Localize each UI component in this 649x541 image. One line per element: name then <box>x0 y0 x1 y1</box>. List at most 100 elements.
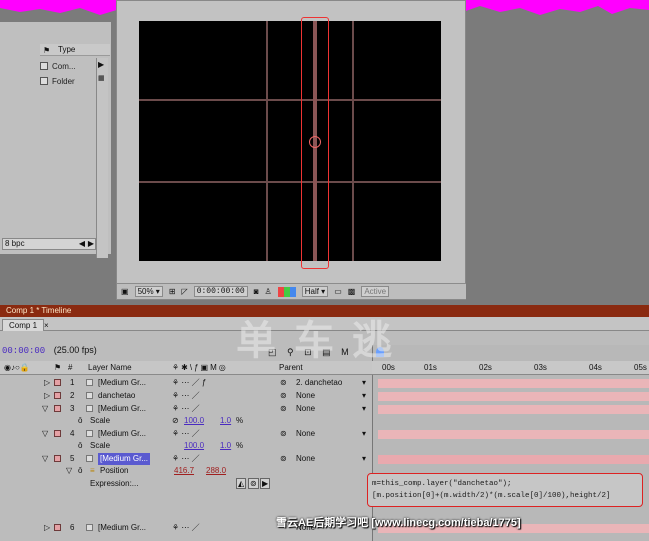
zoom-dropdown[interactable]: 50% ▾ <box>134 286 163 297</box>
layer-name-selected[interactable]: [Medium Gr... <box>98 453 151 465</box>
layer-row[interactable]: ▷ 2 danchetao ⚘ ⋯ ／ ⊚ None ▾ <box>0 390 372 403</box>
pickwhip-icon[interactable]: ⊚ <box>280 428 287 440</box>
layer-duration-bar[interactable] <box>378 405 649 414</box>
region-icon[interactable]: ▣ <box>121 287 129 296</box>
comp-canvas[interactable] <box>139 21 441 261</box>
parent-dropdown[interactable]: None <box>296 403 315 415</box>
parent-dropdown[interactable]: None <box>296 428 315 440</box>
show-snapshot-icon[interactable]: ♙ <box>265 287 272 296</box>
resolution-dropdown[interactable]: Half ▾ <box>301 286 329 297</box>
layer-switches[interactable]: ⚘ ⋯ ／ ƒ <box>172 377 206 389</box>
bit-depth-button[interactable]: 8 bpc ◀ ▶ <box>2 238 96 250</box>
pickwhip-icon[interactable]: ⊚ <box>280 453 287 465</box>
layer-switches[interactable]: ⚘ ⋯ ／ <box>172 453 200 465</box>
layer-switches[interactable]: ⚘ ⋯ ／ <box>172 403 200 415</box>
layer-switches[interactable]: ⚘ ⋯ ／ <box>172 522 200 534</box>
pickwhip-icon[interactable]: ⊚ <box>248 478 259 489</box>
scroll-right-arrow-icon[interactable]: ▶ <box>88 239 94 249</box>
pickwhip-icon[interactable]: ⊚ <box>280 377 287 389</box>
layer-row[interactable]: ▽ 5 [Medium Gr... ⚘ ⋯ ／ ⊚ None ▾ <box>0 453 372 466</box>
layer-duration-bar[interactable] <box>378 430 649 439</box>
expression-graph-icon[interactable]: ◭ <box>236 478 247 489</box>
layer-row[interactable]: ▽ 4 [Medium Gr... ⚘ ⋯ ／ ⊚ None ▾ <box>0 428 372 441</box>
expression-editor[interactable]: m=this_comp.layer("danchetao"); [m.posit… <box>367 473 643 507</box>
scale-y-value[interactable]: 1.0 <box>220 440 231 452</box>
scale-x-value[interactable]: 100.0 <box>184 440 204 452</box>
chevron-down-icon[interactable]: ▾ <box>362 377 366 389</box>
chevron-down-icon[interactable]: ▾ <box>362 428 366 440</box>
position-y-value[interactable]: 288.0 <box>206 465 226 477</box>
switches-header[interactable]: ⚘✱\ƒ▣M◎ <box>172 363 228 372</box>
bpc-label: 8 bpc <box>5 239 25 248</box>
layer-number: 5 <box>70 454 75 463</box>
solid-icon <box>86 430 93 437</box>
layer-name-header[interactable]: Layer Name <box>88 363 132 372</box>
scale-y-value[interactable]: 1.0 <box>220 415 231 427</box>
property-row-scale[interactable]: ō Scale ⊘ 100.0 1.0 % <box>0 415 372 428</box>
label-swatch <box>40 62 48 70</box>
av-icons[interactable]: ◉♪○🔒 <box>4 363 30 372</box>
layer-duration-bar[interactable] <box>378 455 649 464</box>
layer-name[interactable]: [Medium Gr... <box>98 522 146 534</box>
pickwhip-icon[interactable]: ⊚ <box>280 403 287 415</box>
mask-icon[interactable]: ◸ <box>182 287 188 296</box>
layer-name[interactable]: danchetao <box>98 390 135 402</box>
chevron-down-icon[interactable]: ▾ <box>362 403 366 415</box>
layer-name[interactable]: [Medium Gr... <box>98 428 146 440</box>
scroll-left-arrow-icon[interactable]: ◀ <box>79 239 85 249</box>
collapse-arrow-icon[interactable]: ▽ <box>66 465 72 477</box>
stopwatch-icon[interactable]: ō <box>78 415 82 427</box>
expression-enabled-icon[interactable]: ≡ <box>90 465 95 477</box>
expression-language-menu-icon[interactable]: ▶ <box>260 478 271 489</box>
collapse-arrow-icon[interactable]: ▽ <box>42 403 48 415</box>
scale-x-value[interactable]: 100.0 <box>184 415 204 427</box>
transparency-grid-icon[interactable]: ▩ <box>348 287 356 296</box>
layer-switches[interactable]: ⚘ ⋯ ／ <box>172 390 200 402</box>
timecode-field[interactable]: 0:00:00:00 <box>193 286 248 297</box>
layer-name[interactable]: [Medium Gr... <box>98 403 146 415</box>
label-column-icon[interactable]: ⚑ <box>54 363 61 372</box>
position-x-value[interactable]: 416.7 <box>174 465 194 477</box>
layer-duration-bar[interactable] <box>378 379 649 388</box>
project-row[interactable]: Folder <box>40 77 96 90</box>
active-camera-dropdown[interactable]: Active <box>361 286 390 297</box>
roi-icon[interactable]: ▭ <box>334 287 342 296</box>
grid-toggle-icon[interactable]: ⊞ <box>169 287 176 296</box>
type-column-header[interactable]: Type <box>58 45 75 54</box>
layer-row[interactable]: ▽ 3 [Medium Gr... ⚘ ⋯ ／ ⊚ None ▾ <box>0 403 372 416</box>
expand-arrow-icon[interactable]: ▷ <box>44 390 50 402</box>
stopwatch-icon[interactable]: ō <box>78 465 82 477</box>
layer-switches[interactable]: ⚘ ⋯ ／ <box>172 428 200 440</box>
layer-duration-bar[interactable] <box>378 392 649 401</box>
time-ruler[interactable]: 00s 01s 02s 03s 04s 05s <box>372 347 649 375</box>
expand-arrow-icon[interactable]: ▷ <box>44 377 50 389</box>
project-scrollbar[interactable]: ▶ ▦ <box>96 58 108 258</box>
ruler-tick: 02s <box>479 363 492 372</box>
pickwhip-icon[interactable]: ⊚ <box>280 390 287 402</box>
link-icon[interactable]: ⊘ <box>172 415 179 427</box>
time-display[interactable]: 00:00:00 (25.00 fps) <box>2 345 97 356</box>
chevron-down-icon[interactable]: ▾ <box>362 390 366 402</box>
expand-arrow-icon[interactable]: ▷ <box>44 522 50 534</box>
solid-icon <box>86 392 93 399</box>
parent-dropdown[interactable]: None <box>296 390 315 402</box>
property-row-scale[interactable]: ō Scale 100.0 1.0 % <box>0 440 372 453</box>
solid-icon <box>86 379 93 386</box>
chevron-down-icon[interactable]: ▾ <box>362 453 366 465</box>
channel-icon[interactable] <box>277 286 296 297</box>
property-row-position[interactable]: ▽ ō ≡ Position 416.7 288.0 <box>0 465 372 478</box>
project-row[interactable]: Com... <box>40 62 96 75</box>
parent-dropdown[interactable]: None <box>296 453 315 465</box>
layer-row[interactable]: ▷ 1 [Medium Gr... ⚘ ⋯ ／ ƒ ⊚ 2. danchetao… <box>0 377 372 390</box>
scroll-right-arrow-icon[interactable]: ▶ <box>98 60 104 69</box>
number-column[interactable]: # <box>68 363 72 372</box>
layer-name[interactable]: [Medium Gr... <box>98 377 146 389</box>
expression-label: Expression:... <box>90 479 139 488</box>
stopwatch-icon[interactable]: ō <box>78 440 82 452</box>
camera-snapshot-icon[interactable]: ◙ <box>254 287 259 296</box>
collapse-arrow-icon[interactable]: ▽ <box>42 453 48 465</box>
grid-menu-icon[interactable]: ▦ <box>98 74 105 82</box>
collapse-arrow-icon[interactable]: ▽ <box>42 428 48 440</box>
parent-dropdown[interactable]: 2. danchetao <box>296 377 342 389</box>
tab-comp[interactable]: Comp 1 <box>2 319 45 331</box>
